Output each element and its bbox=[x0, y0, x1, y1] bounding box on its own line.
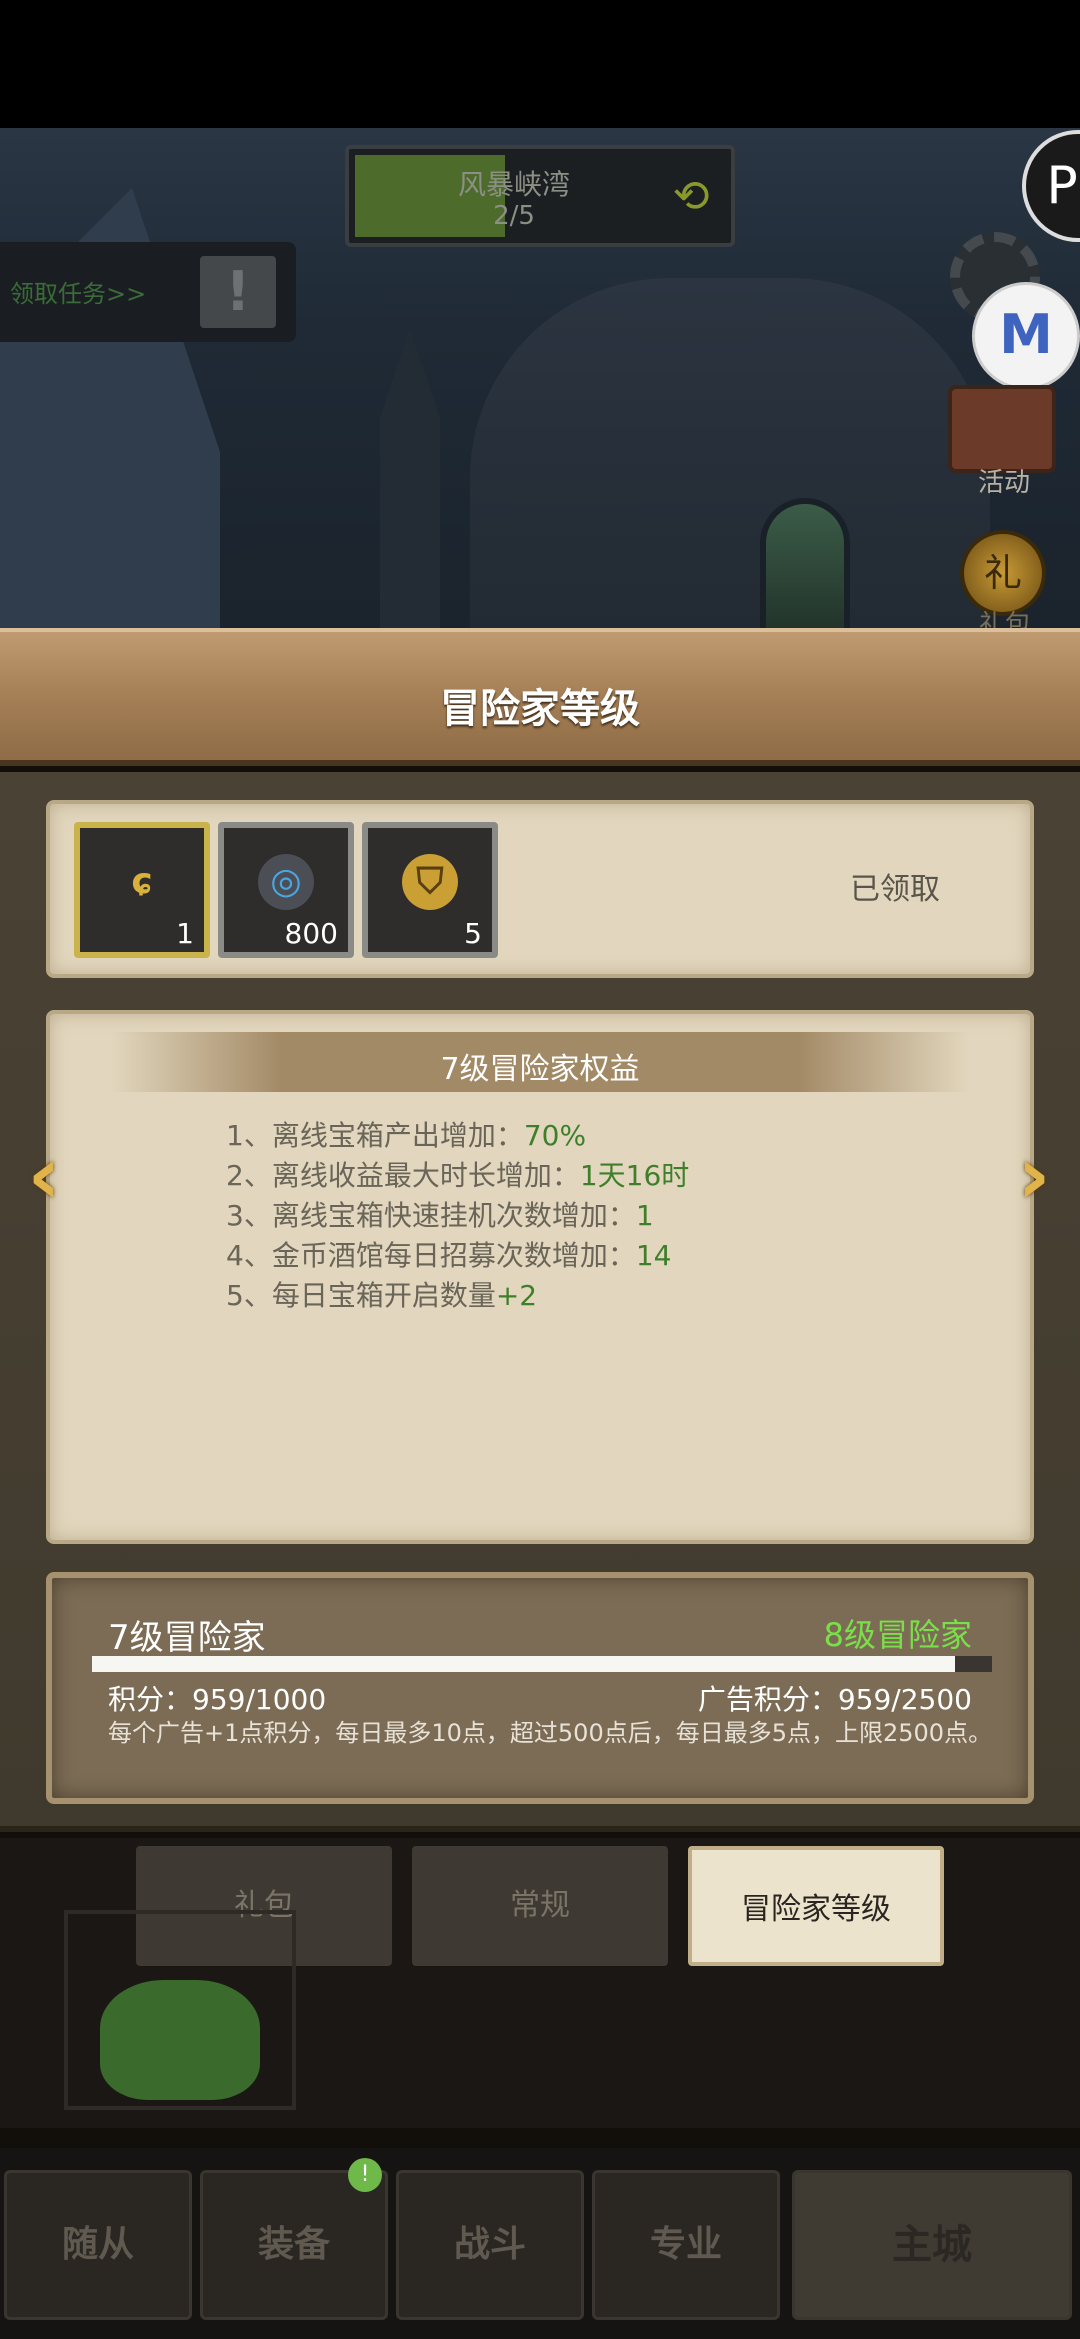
rune-stone-icon: ◎ bbox=[258, 854, 314, 910]
benefit-value: 70% bbox=[523, 1119, 587, 1152]
nav-followers[interactable]: 随从 bbox=[4, 2170, 192, 2320]
current-level: 7级冒险家 bbox=[108, 1618, 266, 1658]
claim-quest-link[interactable]: 领取任务>> bbox=[10, 274, 146, 309]
level-progress-box: 7级冒险家 8级冒险家 积分：959/1000 广告积分：959/2500 每个… bbox=[46, 1572, 1034, 1804]
castle-door bbox=[760, 498, 850, 628]
reward-slot[interactable]: ɕ 1 bbox=[74, 822, 210, 958]
nav-profession[interactable]: 专业 bbox=[592, 2170, 780, 2320]
benefit-text: 2、离线收益最大时长增加： bbox=[226, 1159, 580, 1192]
tower bbox=[380, 328, 440, 628]
next-level: 8级冒险家 bbox=[823, 1616, 972, 1654]
m-badge-icon[interactable]: M bbox=[972, 282, 1080, 390]
benefit-value: +2 bbox=[495, 1279, 538, 1312]
rewards-box: ɕ 1 ◎ 800 ⛉ 5 已领取 bbox=[46, 800, 1034, 978]
benefit-text: 3、离线宝箱快速挂机次数增加： bbox=[226, 1199, 636, 1232]
next-level-arrow-icon[interactable]: › bbox=[998, 1136, 1070, 1216]
status-bar bbox=[0, 0, 1080, 128]
nav-battle[interactable]: 战斗 bbox=[396, 2170, 584, 2320]
reward-count: 5 bbox=[464, 917, 482, 950]
tab-regular[interactable]: 常规 bbox=[412, 1846, 668, 1966]
points-note: 每个广告+1点积分，每日最多10点，超过500点后，每日最多5点，上限2500点… bbox=[108, 1719, 993, 1747]
claimed-label: 已领取 bbox=[850, 872, 940, 907]
benefit-line: 3、离线宝箱快速挂机次数增加：1 bbox=[226, 1194, 654, 1234]
level-progress-fill bbox=[92, 1656, 956, 1672]
exclamation-icon: ! bbox=[200, 256, 276, 328]
event-book-icon[interactable] bbox=[948, 385, 1056, 473]
benefit-text: 1、离线宝箱产出增加： bbox=[226, 1119, 524, 1152]
benefit-text: 5、每日宝箱开启数量 bbox=[226, 1279, 496, 1312]
event-label: 活动 bbox=[977, 468, 1030, 498]
notification-badge: ! bbox=[348, 2158, 382, 2192]
ad-points-text: 广告积分：959/2500 bbox=[697, 1683, 972, 1716]
benefit-value: 14 bbox=[635, 1239, 672, 1272]
benefit-line: 5、每日宝箱开启数量+2 bbox=[226, 1274, 537, 1314]
benefits-header: 7级冒险家权益 bbox=[110, 1032, 970, 1092]
refresh-icon[interactable]: ⟲ bbox=[665, 171, 717, 223]
stage-name: 风暴峡湾 bbox=[457, 168, 570, 201]
benefit-value: 1 bbox=[635, 1199, 654, 1232]
points-text: 积分：959/1000 bbox=[108, 1683, 327, 1716]
reward-slot[interactable]: ⛉ 5 bbox=[362, 822, 498, 958]
benefit-line: 2、离线收益最大时长增加：1天16时 bbox=[226, 1154, 689, 1194]
panel-title-bar: 冒险家等级 bbox=[0, 628, 1080, 766]
tab-adventurer-level[interactable]: 冒险家等级 bbox=[688, 1846, 944, 1966]
nav-main-city[interactable]: 主城 bbox=[792, 2170, 1072, 2320]
reward-count: 800 bbox=[284, 917, 338, 950]
castle bbox=[470, 278, 990, 628]
nav-equipment[interactable]: 装备 bbox=[200, 2170, 388, 2320]
benefit-value: 1天16时 bbox=[579, 1159, 690, 1192]
benefit-line: 4、金币酒馆每日招募次数增加：14 bbox=[226, 1234, 671, 1274]
benefit-line: 1、离线宝箱产出增加：70% bbox=[226, 1114, 586, 1154]
gold-token-icon: ⛉ bbox=[402, 854, 458, 910]
level-progress-bar bbox=[92, 1656, 992, 1672]
benefit-text: 4、金币酒馆每日招募次数增加： bbox=[226, 1239, 636, 1272]
dragon-hero-portrait[interactable] bbox=[100, 1980, 260, 2100]
hook-icon: ɕ bbox=[131, 861, 153, 902]
quest-panel[interactable]: 领取任务>> ! bbox=[0, 242, 296, 342]
reward-slot[interactable]: ◎ 800 bbox=[218, 822, 354, 958]
stage-progress-box[interactable]: 风暴峡湾 2/5 ⟲ bbox=[345, 145, 735, 247]
prev-level-arrow-icon[interactable]: ‹ bbox=[8, 1136, 80, 1216]
benefits-title: 7级冒险家权益 bbox=[440, 1052, 640, 1087]
benefits-box: 7级冒险家权益 1、离线宝箱产出增加：70% 2、离线收益最大时长增加：1天16… bbox=[46, 1010, 1034, 1544]
stage-progress-text: 2/5 bbox=[493, 201, 535, 231]
reward-count: 1 bbox=[176, 917, 194, 950]
panel-title: 冒险家等级 bbox=[440, 686, 640, 732]
